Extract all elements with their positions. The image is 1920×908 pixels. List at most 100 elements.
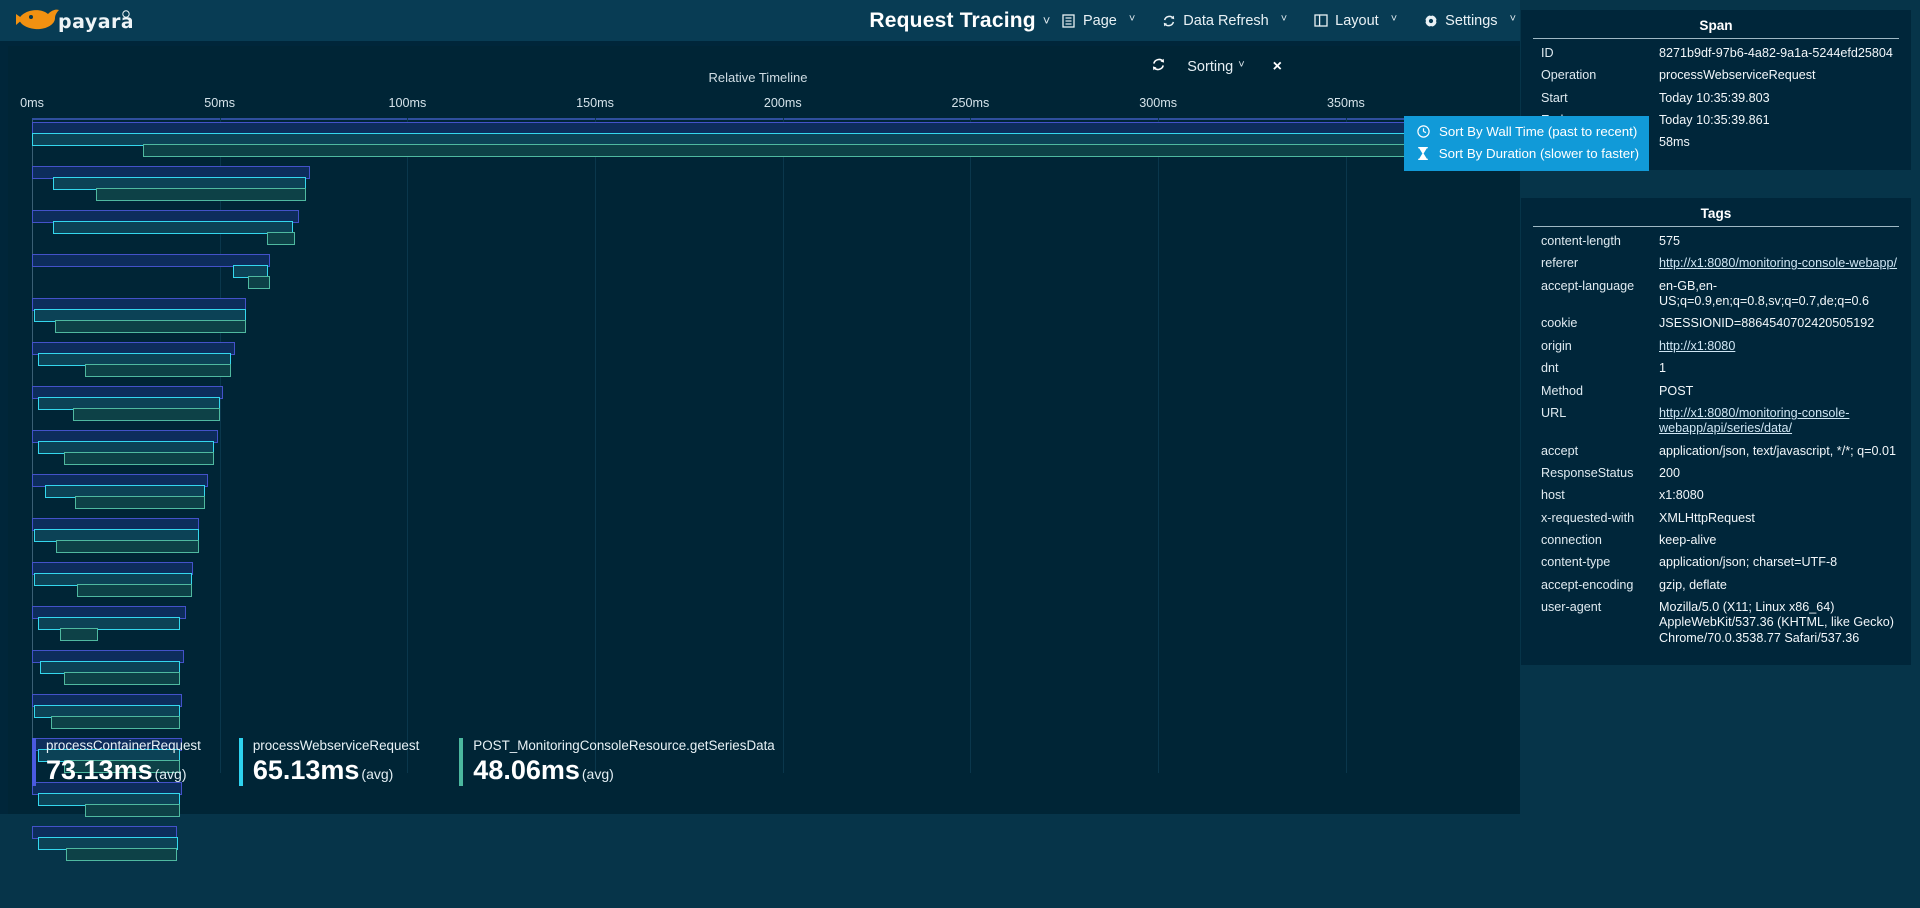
trace-bar[interactable] (37, 617, 181, 630)
sort-by-wall-time-item[interactable]: Sort By Wall Time (past to recent) (1404, 121, 1649, 143)
span-key: Operation (1541, 68, 1597, 83)
trace-bar[interactable] (63, 452, 215, 465)
trace-bar[interactable] (95, 188, 307, 201)
gridline (1345, 118, 1347, 773)
span-row: Operation processWebserviceRequest (1531, 68, 1901, 83)
tag-row: URL http://x1:8080/monitoring-console-web… (1531, 406, 1901, 437)
tag-row: accept-encoding gzip, deflate (1531, 578, 1901, 593)
legend-card-value: 73.13ms (avg) (46, 755, 187, 785)
trace-bar[interactable] (142, 144, 1493, 157)
sorting-label: Sorting (1187, 59, 1234, 75)
gear-icon (1423, 13, 1438, 28)
trace-bar[interactable] (266, 232, 295, 245)
tag-link[interactable]: http://x1:8080/monitoring-console-webapp… (1659, 406, 1849, 435)
menu-page[interactable]: Page ˅ (1061, 13, 1135, 29)
page-title[interactable]: Request Tracing ˅ (869, 9, 1050, 33)
tag-value: gzip, deflate (1659, 577, 1727, 592)
tag-key: content-type (1541, 555, 1611, 570)
tag-value[interactable]: http://x1:8080/monitoring-console-webapp… (1659, 256, 1901, 271)
tag-key: Method (1541, 383, 1584, 398)
sorting-button[interactable]: Sorting ˅ (1187, 59, 1244, 75)
trace-bar[interactable] (50, 716, 181, 729)
chevron-down-icon: ˅ (1390, 12, 1398, 25)
tag-row: dnt 1 (1531, 361, 1901, 376)
legend-card[interactable]: processWebserviceRequest 65.13ms (avg) (238, 738, 419, 786)
span-value: 8271b9df-97b6-4a82-9a1a-5244efd25804 (1659, 46, 1893, 60)
tag-link[interactable]: http://x1:8080/monitoring-console-webapp… (1659, 256, 1897, 270)
tag-key: x-requested-with (1541, 510, 1635, 525)
sort-by-duration-label: Sort By Duration (slower to faster) (1438, 146, 1639, 161)
tag-value: en-GB,en-US;q=0.9,en;q=0.8,sv;q=0.7,de;q… (1659, 278, 1870, 309)
trace-bar[interactable] (75, 496, 205, 509)
trace-bar[interactable] (84, 804, 181, 817)
span-row: ID 8271b9df-97b6-4a82-9a1a-5244efd25804 (1531, 46, 1901, 61)
trace-bar[interactable] (77, 584, 192, 597)
tag-key: host (1541, 488, 1565, 503)
trace-bar[interactable] (73, 408, 220, 421)
trace-bar[interactable] (52, 221, 293, 234)
tag-value: Mozilla/5.0 (X11; Linux x86_64) AppleWeb… (1659, 600, 1894, 645)
axis-tick-label: 0ms (20, 96, 44, 110)
tag-row: ResponseStatus 200 (1531, 466, 1901, 481)
trace-bar[interactable] (247, 276, 271, 289)
chevron-down-icon: ˅ (1509, 12, 1516, 25)
legend-card-avg-suffix: (avg) (581, 766, 614, 782)
span-value: 58ms (1659, 135, 1690, 150)
trace-bar[interactable] (54, 320, 246, 333)
trace-chart-card: Sorting ˅ × Sort By Wall Time (past to r… (8, 46, 1649, 861)
trace-bar[interactable] (56, 540, 200, 553)
tag-value: POST (1659, 383, 1694, 398)
menu-layout[interactable]: Layout ˅ (1313, 13, 1397, 29)
svg-text:payara: payara (58, 11, 132, 33)
trace-bar[interactable] (65, 848, 177, 861)
span-value: processWebserviceRequest (1659, 68, 1816, 83)
payara-logo[interactable]: payara (14, 3, 134, 37)
sort-by-wall-time-label: Sort By Wall Time (past to recent) (1439, 124, 1638, 139)
refresh-icon (1151, 57, 1166, 77)
trace-bar[interactable] (60, 628, 98, 641)
axis-tick-label: 150ms (576, 96, 614, 110)
close-button[interactable]: × (1273, 59, 1282, 75)
legend-card[interactable]: POST_MonitoringConsoleResource.getSeries… (459, 738, 775, 786)
tag-row: host x1:8080 (1531, 488, 1901, 503)
baseline-rule (32, 118, 1496, 120)
tag-value[interactable]: http://x1:8080 (1659, 339, 1901, 354)
chevron-down-icon: ˅ (1128, 12, 1136, 25)
chevron-down-icon: ˅ (1042, 12, 1051, 28)
axis-tick-label: 50ms (204, 96, 236, 110)
menu-data-refresh-label: Data Refresh (1183, 12, 1269, 29)
legend-card-name: POST_MonitoringConsoleResource.getSeries… (473, 738, 775, 753)
tag-value[interactable]: http://x1:8080/monitoring-console-webapp… (1659, 406, 1901, 437)
tag-value: application/json, text/javascript, */*; … (1659, 443, 1896, 458)
tag-value: XMLHttpRequest (1659, 510, 1755, 525)
tags-box: Tags content-length 575 referer http://x1:8… (1521, 198, 1911, 666)
tag-key: referer (1541, 256, 1579, 271)
refresh-icon (1161, 13, 1176, 28)
chart-toolbar: Sorting ˅ × (1143, 54, 1282, 80)
menu-data-refresh[interactable]: Data Refresh ˅ (1161, 13, 1287, 29)
tag-value: application/json; charset=UTF-8 (1659, 555, 1838, 570)
main-stage: Sorting ˅ × Sort By Wall Time (past to r… (0, 41, 1649, 861)
menu-settings-label: Settings (1445, 12, 1498, 29)
span-row: Start Today 10:35:39.803 (1531, 91, 1901, 106)
trace-bar[interactable] (84, 364, 231, 377)
legend-card-value: 48.06ms (avg) (473, 755, 614, 785)
sort-by-duration-item[interactable]: Sort By Duration (slower to faster) (1404, 143, 1649, 165)
chart-refresh-button[interactable] (1143, 54, 1173, 80)
menu-page-label: Page (1082, 12, 1117, 29)
tag-row: accept application/json, text/javascript,… (1531, 444, 1901, 459)
legend-card[interactable]: processContainerRequest 73.13ms (avg) (32, 738, 201, 786)
gridline (1158, 118, 1160, 773)
trace-bar[interactable] (63, 672, 181, 685)
layout-icon (1313, 13, 1328, 28)
trace-legend: processContainerRequest 73.13ms (avg) proce… (32, 738, 775, 786)
tag-key: URL (1541, 405, 1567, 420)
tag-row: content-length 575 (1531, 234, 1901, 249)
tag-link[interactable]: http://x1:8080 (1659, 339, 1735, 353)
tag-key: accept (1541, 443, 1579, 458)
span-value: Today 10:35:39.861 (1659, 113, 1770, 128)
menu-settings[interactable]: Settings ˅ (1423, 13, 1516, 29)
axis-tick-label: 100ms (388, 96, 427, 110)
page-title-label: Request Tracing (869, 8, 1036, 32)
gridline (970, 118, 972, 773)
